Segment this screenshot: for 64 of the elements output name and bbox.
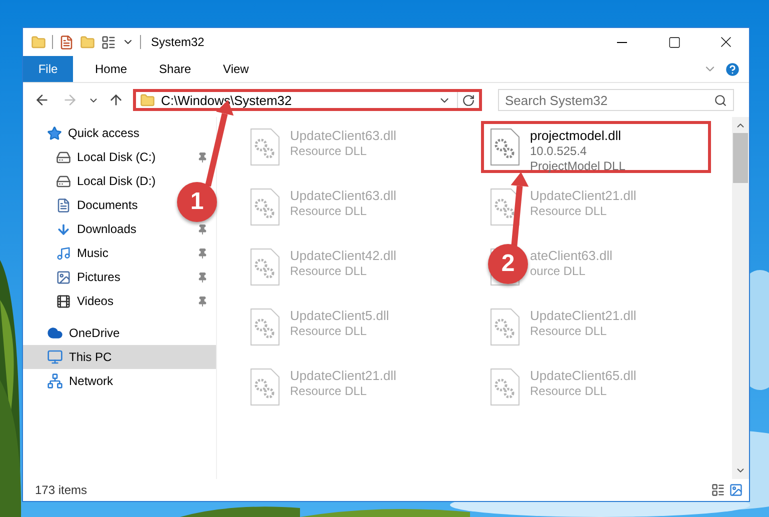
- maximize-icon: [668, 36, 680, 48]
- sidebar-item[interactable]: Videos: [23, 289, 216, 313]
- gear-file-icon: [250, 188, 280, 226]
- file-detail: Resource DLL: [530, 384, 608, 398]
- gear-file-icon: [490, 308, 520, 346]
- ribbon-tab[interactable]: Share: [145, 56, 206, 82]
- file-detail: Resource DLL: [530, 204, 608, 218]
- file-detail: Resource DLL: [290, 324, 368, 338]
- ribbon-tab[interactable]: View: [209, 56, 263, 82]
- gear-file-icon: [490, 128, 520, 166]
- file-detail: Resource DLL: [530, 324, 608, 338]
- ribbon-tab[interactable]: Home: [81, 56, 142, 82]
- gear-file-icon: [250, 128, 280, 166]
- gear-file-icon: [490, 188, 520, 226]
- file-item[interactable]: projectmodel.dll 10.0.525.4 ProjectModel DLL: [481, 121, 711, 173]
- cloud-icon: [47, 325, 63, 341]
- sidebar-item[interactable]: Music: [23, 241, 216, 265]
- drive-icon: [56, 150, 71, 164]
- large-icons-view-icon[interactable]: [729, 483, 743, 497]
- address-field[interactable]: C:\Windows\System32: [133, 89, 482, 111]
- help-icon: [724, 60, 740, 78]
- file-detail: ProjectModel DLL: [530, 159, 626, 173]
- file-detail: Resource DLL: [290, 144, 368, 158]
- sidebar-item[interactable]: Pictures: [23, 265, 216, 289]
- gear-file-icon: [250, 308, 280, 346]
- document-icon: [56, 198, 71, 212]
- file-detail: Resource DLL: [290, 384, 368, 398]
- drive-icon: [56, 174, 71, 188]
- window-title: System32: [151, 35, 204, 49]
- gear-file-icon: [250, 248, 280, 286]
- search-field[interactable]: Search System32: [498, 89, 734, 111]
- ribbon-tab[interactable]: File: [23, 56, 73, 82]
- properties-icon[interactable]: [59, 34, 74, 50]
- gear-file-icon: [490, 368, 520, 406]
- sidebar-item[interactable]: Local Disk (D:): [23, 169, 164, 193]
- music-icon: [56, 246, 71, 260]
- file-name: projectmodel.dll: [530, 128, 622, 143]
- item-count: 173 items: [35, 483, 88, 497]
- search-icon: [714, 94, 727, 106]
- sidebar-item[interactable]: Documents: [23, 193, 146, 217]
- sidebar-item[interactable]: OneDrive: [23, 321, 128, 345]
- details-view-icon[interactable]: [711, 483, 725, 497]
- address-path: C:\Windows\System32: [161, 92, 293, 108]
- sidebar-item[interactable]: Network: [23, 369, 122, 393]
- sidebar-item[interactable]: Quick access: [23, 121, 148, 145]
- file-detail: ource DLL: [530, 264, 586, 278]
- picture-icon: [56, 270, 71, 284]
- scrollbar[interactable]: [732, 117, 749, 479]
- film-icon: [56, 294, 71, 308]
- monitor-icon: [47, 349, 63, 365]
- file-detail: Resource DLL: [290, 264, 368, 278]
- sidebar-item[interactable]: Local Disk (C:): [23, 145, 216, 169]
- network-icon: [47, 373, 63, 389]
- arrow-right-icon: [62, 92, 78, 108]
- star-icon: [47, 126, 62, 140]
- gear-file-icon: [250, 368, 280, 406]
- file-detail: Resource DLL: [290, 204, 368, 218]
- scroll-thumb[interactable]: [733, 133, 748, 183]
- sidebar-item[interactable]: This PC: [23, 345, 216, 369]
- view-icon[interactable]: [101, 34, 116, 50]
- refresh-icon: [462, 94, 475, 106]
- file-detail: 10.0.525.4: [530, 144, 588, 158]
- download-icon: [56, 222, 71, 236]
- folder-icon: [140, 92, 155, 108]
